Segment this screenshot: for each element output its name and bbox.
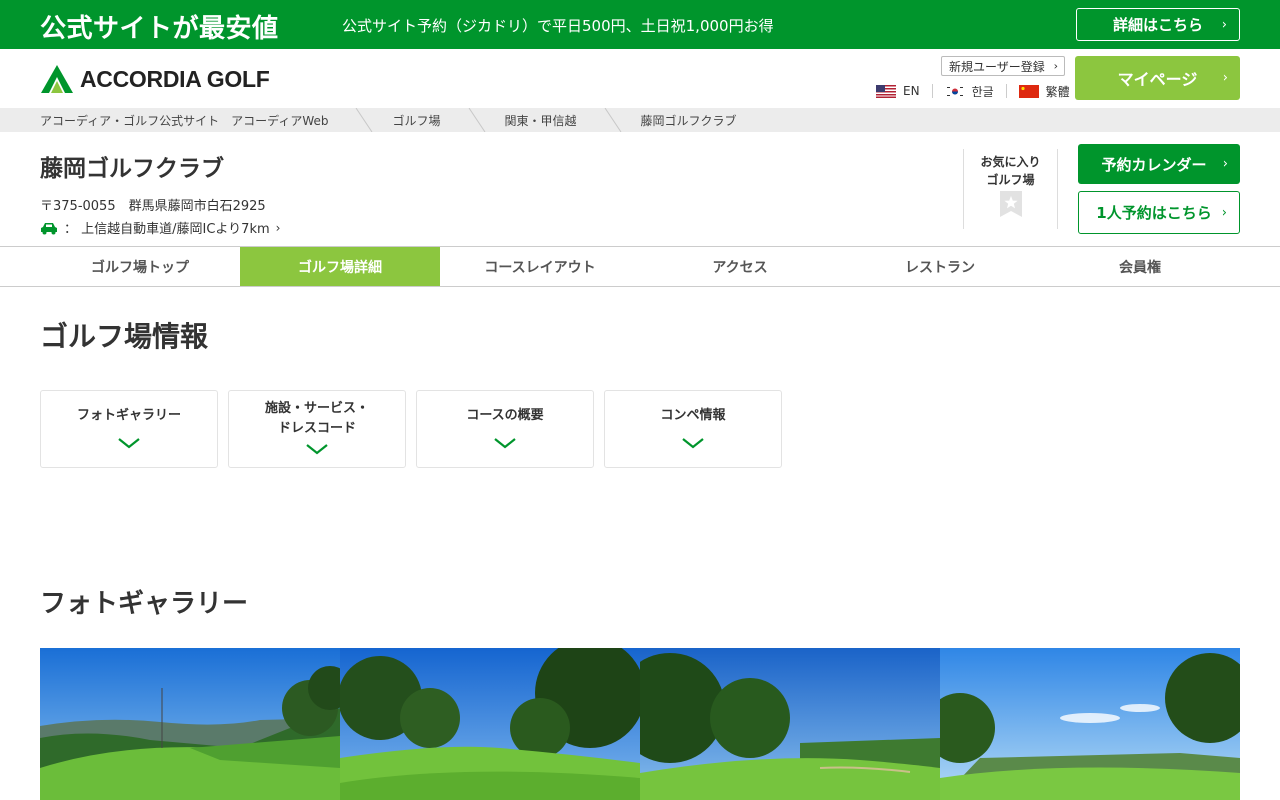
single-reservation-button[interactable]: 1人予約はこちら › bbox=[1078, 191, 1240, 234]
language-switcher: EN 한글 繁體 bbox=[876, 83, 1070, 99]
divider bbox=[1005, 84, 1007, 98]
card-label: 施設・サービス・ ドレスコード bbox=[229, 399, 405, 439]
gallery-section-title: フォトギャラリー bbox=[40, 589, 249, 619]
tab-course-layout[interactable]: コースレイアウト bbox=[440, 247, 640, 286]
car-icon bbox=[41, 222, 57, 234]
tab-golf-top[interactable]: ゴルフ場トップ bbox=[40, 247, 240, 286]
promo-text: 公式サイト予約（ジカドリ）で平日500円、土日祝1,000円お得 bbox=[342, 17, 774, 35]
lang-ko[interactable]: 한글 bbox=[944, 83, 994, 100]
mypage-button[interactable]: マイページ › bbox=[1075, 56, 1240, 100]
chevron-right-icon: › bbox=[1222, 70, 1228, 86]
card-label: フォトギャラリー bbox=[76, 408, 181, 423]
promo-banner: 公式サイトが最安値 公式サイト予約（ジカドリ）で平日500円、土日祝1,000円… bbox=[0, 0, 1280, 49]
new-user-register-button[interactable]: 新規ユーザー登録 › bbox=[941, 56, 1065, 76]
favorite-label-line1: お気に入り bbox=[980, 155, 1041, 169]
gallery-photo[interactable] bbox=[640, 648, 940, 800]
promo-details-label: 詳細はこちら bbox=[1112, 16, 1203, 34]
breadcrumb: アコーディア・ゴルフ公式サイト アコーディアWeb ゴルフ場 関東・甲信越 藤岡… bbox=[0, 108, 1280, 132]
breadcrumb-separator-icon bbox=[468, 108, 485, 132]
chevron-down-icon bbox=[306, 444, 328, 455]
info-section-title: ゴルフ場情報 bbox=[40, 320, 209, 353]
logo-text: ACCORDIA GOLF bbox=[80, 65, 270, 92]
chevron-right-icon: › bbox=[1221, 17, 1227, 32]
star-bookmark-icon bbox=[999, 191, 1022, 217]
tab-access[interactable]: アクセス bbox=[640, 247, 840, 286]
mypage-label: マイページ bbox=[1117, 70, 1198, 89]
card-label-line2: ドレスコード bbox=[277, 421, 356, 436]
breadcrumb-item-home[interactable]: アコーディア・ゴルフ公式サイト アコーディアWeb bbox=[40, 112, 328, 129]
colon: ： bbox=[64, 222, 82, 237]
card-label: コンペ情報 bbox=[660, 408, 726, 423]
chevron-right-icon: › bbox=[1221, 205, 1227, 220]
accordia-logo-icon bbox=[41, 65, 73, 93]
lang-en[interactable]: EN bbox=[876, 84, 920, 98]
club-access-text: 上信越自動車道/藤岡ICより7km bbox=[81, 222, 270, 237]
register-label: 新規ユーザー登録 bbox=[949, 59, 1045, 74]
breadcrumb-item-region[interactable]: 関東・甲信越 bbox=[505, 112, 577, 129]
info-card-photo-gallery[interactable]: フォトギャラリー bbox=[40, 390, 218, 468]
divider bbox=[931, 84, 933, 98]
club-access-link[interactable]: ： 上信越自動車道/藤岡ICより7km › bbox=[40, 218, 280, 237]
club-nav: ゴルフ場トップ ゴルフ場詳細 コースレイアウト アクセス レストラン 会員権 bbox=[0, 246, 1280, 287]
card-label: コースの概要 bbox=[466, 408, 544, 423]
kr-flag-icon bbox=[944, 84, 965, 98]
lang-label: 한글 bbox=[971, 84, 994, 99]
photo-gallery bbox=[40, 648, 1240, 800]
reservation-calendar-button[interactable]: 予約カレンダー › bbox=[1078, 144, 1240, 184]
lang-zh[interactable]: 繁體 bbox=[1018, 83, 1070, 100]
favorite-label: お気に入り ゴルフ場 bbox=[964, 153, 1057, 189]
tab-golf-detail[interactable]: ゴルフ場詳細 bbox=[240, 247, 440, 286]
chevron-right-icon: › bbox=[1053, 59, 1058, 73]
chevron-down-icon bbox=[682, 438, 704, 449]
info-card-facilities[interactable]: 施設・サービス・ ドレスコード bbox=[228, 390, 406, 468]
gallery-photo[interactable] bbox=[940, 648, 1240, 800]
lang-label: 繁體 bbox=[1045, 84, 1070, 99]
promo-title: 公式サイトが最安値 bbox=[40, 14, 279, 44]
calendar-label: 予約カレンダー bbox=[1101, 155, 1207, 174]
accordia-logo[interactable]: ACCORDIA GOLF bbox=[40, 63, 270, 95]
chevron-right-icon: › bbox=[275, 220, 281, 235]
breadcrumb-item-current: 藤岡ゴルフクラブ bbox=[640, 113, 737, 128]
chevron-down-icon bbox=[494, 438, 516, 449]
us-flag-icon bbox=[876, 84, 896, 98]
cn-flag-icon bbox=[1018, 84, 1039, 98]
gallery-photo[interactable] bbox=[340, 648, 640, 800]
gallery-photo[interactable] bbox=[40, 648, 340, 800]
tab-membership[interactable]: 会員権 bbox=[1040, 247, 1240, 286]
lang-label: EN bbox=[903, 84, 920, 98]
breadcrumb-separator-icon bbox=[356, 108, 373, 132]
club-name: 藤岡ゴルフクラブ bbox=[40, 156, 224, 182]
chevron-down-icon bbox=[118, 438, 140, 449]
info-card-course-overview[interactable]: コースの概要 bbox=[416, 390, 594, 468]
info-card-competition[interactable]: コンペ情報 bbox=[604, 390, 782, 468]
breadcrumb-item-golf[interactable]: ゴルフ場 bbox=[392, 112, 440, 129]
chevron-right-icon: › bbox=[1222, 156, 1228, 172]
favorite-label-line2: ゴルフ場 bbox=[986, 173, 1035, 187]
breadcrumb-separator-icon bbox=[604, 108, 621, 132]
card-label-line1: 施設・サービス・ bbox=[264, 401, 369, 416]
promo-details-button[interactable]: 詳細はこちら › bbox=[1076, 8, 1240, 41]
favorite-golf-course-button[interactable]: お気に入り ゴルフ場 bbox=[963, 149, 1058, 229]
single-label: 1人予約はこちら bbox=[1096, 204, 1212, 222]
tab-restaurant[interactable]: レストラン bbox=[840, 247, 1040, 286]
club-address: 〒375-0055 群馬県藤岡市白石2925 bbox=[40, 199, 266, 214]
